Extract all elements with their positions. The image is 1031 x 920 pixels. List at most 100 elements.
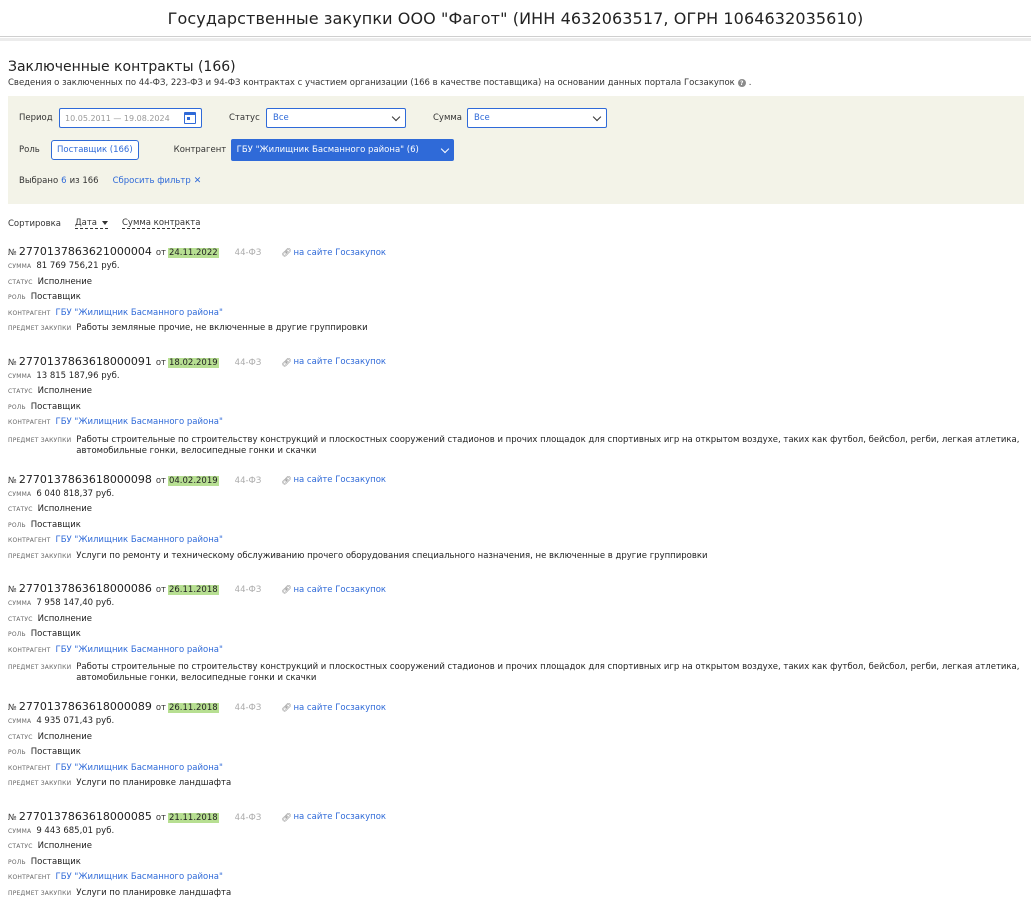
contragent-link[interactable]: ГБУ "Жилищник Басманного района" (56, 535, 223, 545)
goszakupki-link[interactable]: 🔗︎ на сайте Госзакупок (281, 248, 386, 258)
contract-number-sign: № (8, 703, 17, 713)
contract-date: 24.11.2022 (167, 248, 219, 258)
contract-item: № 2770137863618000085 от 21.11.2018 44-Ф… (8, 810, 1023, 904)
contract-law: 44-ФЗ (234, 248, 262, 258)
contract-subject-row: предмет закупки Работы строительные по с… (8, 660, 1023, 684)
status-field-label: статус (8, 843, 33, 850)
contract-contragent-row: контрагент ГБУ "Жилищник Басманного райо… (8, 417, 1023, 433)
status-select-value: Все (273, 113, 289, 123)
contracts-list: № 2770137863621000004 от 24.11.2022 44-Ф… (8, 245, 1023, 903)
contragent-select-value: ГБУ "Жилищник Басманного района" (6) (236, 145, 419, 155)
contract-status: Исполнение (37, 276, 92, 287)
contract-item: № 2770137863618000086 от 26.11.2018 44-Ф… (8, 582, 1023, 684)
contract-role: Поставщик (30, 856, 81, 867)
site-title: Государственные закупки ООО "Фагот" (ИНН… (167, 8, 864, 28)
contract-number[interactable]: 2770137863618000098 (19, 473, 152, 486)
contragent-field-label: контрагент (8, 874, 51, 881)
calendar-icon[interactable] (184, 112, 196, 124)
contract-item: № 2770137863618000091 от 18.02.2019 44-Ф… (8, 355, 1023, 457)
contract-date: 21.11.2018 (167, 812, 219, 823)
contract-role-row: роль Поставщик (8, 402, 1023, 418)
date-prefix: от (155, 475, 166, 486)
contract-law: 44-ФЗ (234, 703, 262, 713)
contract-status-row: статус Исполнение (8, 504, 1023, 520)
period-date-range-field[interactable]: 10.05.2011 — 19.08.2024 (59, 108, 202, 128)
chevron-down-icon (440, 144, 449, 153)
page-title: Заключенные контракты (166) (8, 59, 236, 75)
status-field-label: статус (8, 506, 33, 513)
link-icon: 🔗︎ (281, 475, 292, 485)
role-field-label: роль (8, 749, 26, 756)
help-icon[interactable]: ? (737, 79, 746, 87)
reset-filter-link[interactable]: Сбросить фильтр ✕ (113, 176, 202, 186)
sort-by-date[interactable]: Дата (74, 218, 108, 229)
contract-role: Поставщик (30, 629, 81, 639)
status-field-label: статус (8, 278, 33, 286)
filter-row-1: Период 10.05.2011 — 19.08.2024 Статус Вс… (19, 108, 607, 128)
goszakupki-link-label: на сайте Госзакупок (293, 247, 387, 258)
contract-sum-row: сумма 81 769 756,21 руб. (8, 261, 1023, 277)
contract-law: 44-ФЗ (234, 475, 262, 486)
contract-date: 04.02.2019 (167, 475, 219, 486)
subject-field-label: предмет закупки (8, 664, 72, 671)
contragent-link[interactable]: ГБУ "Жилищник Басманного района" (56, 417, 223, 427)
contract-number[interactable]: 2770137863618000089 (19, 700, 152, 713)
contract-header: № 2770137863618000098 от 04.02.2019 44-Ф… (8, 473, 1023, 489)
header-divider (0, 36, 1031, 41)
status-select[interactable]: Все (266, 108, 406, 128)
contract-subject-row: предмет закупки Услуги по ремонту и техн… (8, 551, 1023, 567)
contract-status: Исполнение (37, 504, 92, 514)
contragent-select[interactable]: ГБУ "Жилищник Басманного района" (6) (230, 139, 454, 161)
contragent-link[interactable]: ГБУ "Жилищник Басманного района" (56, 763, 223, 773)
subject-field-label: предмет закупки (8, 889, 72, 897)
period-value: 10.05.2011 — 19.08.2024 (65, 113, 170, 123)
page-subtitle: Сведения о заключенных по 44-ФЗ, 223-ФЗ … (8, 78, 752, 88)
contract-number[interactable]: 2770137863621000004 (19, 245, 152, 258)
contract-subject: Работы строительные по строительству кон… (76, 434, 1020, 456)
contract-role: Поставщик (30, 292, 81, 302)
link-icon: 🔗︎ (281, 357, 292, 367)
contragent-link[interactable]: ГБУ "Жилищник Басманного района" (56, 872, 223, 882)
contragent-link[interactable]: ГБУ "Жилищник Басманного района" (56, 645, 223, 655)
goszakupki-link[interactable]: 🔗︎ на сайте Госзакупок (281, 585, 386, 595)
sum-field-label: сумма (8, 600, 32, 607)
goszakupki-link[interactable]: 🔗︎ на сайте Госзакупок (281, 475, 386, 485)
role-chip[interactable]: Поставщик (166) (51, 140, 139, 160)
contract-number[interactable]: 2770137863618000085 (19, 810, 152, 823)
contract-sum: 9 443 685,01 руб. (36, 825, 115, 836)
contract-subject: Услуги по ремонту и техническому обслужи… (76, 550, 708, 561)
sort-by-sum[interactable]: Сумма контракта (121, 218, 201, 229)
contract-subject: Услуги по планировке ландшафта (76, 887, 232, 898)
goszakupki-link[interactable]: 🔗︎ на сайте Госзакупок (281, 812, 386, 822)
contract-number-sign: № (8, 585, 17, 595)
sum-field-label: сумма (8, 827, 32, 835)
status-field-label: статус (8, 388, 33, 395)
contract-subject: Услуги по планировке ландшафта (76, 778, 232, 788)
selected-count: 6 (61, 176, 67, 186)
contract-role: Поставщик (30, 519, 81, 530)
contract-law: 44-ФЗ (234, 812, 262, 823)
goszakupki-link[interactable]: 🔗︎ на сайте Госзакупок (281, 703, 386, 713)
role-field-label: роль (8, 858, 26, 866)
sum-select[interactable]: Все (467, 108, 607, 128)
contract-sum-row: сумма 6 040 818,37 руб. (8, 489, 1023, 505)
sort-desc-icon (101, 221, 108, 225)
contragent-field-label: контрагент (8, 309, 51, 317)
contract-status: Исполнение (37, 613, 92, 624)
contract-sum: 4 935 071,43 руб. (36, 716, 115, 726)
sum-field-label: сумма (8, 718, 32, 725)
contract-status: Исполнение (37, 386, 92, 396)
contract-number[interactable]: 2770137863618000091 (19, 355, 152, 368)
contract-contragent-row: контрагент ГБУ "Жилищник Басманного райо… (8, 308, 1023, 324)
goszakupki-link[interactable]: 🔗︎ на сайте Госзакупок (281, 357, 386, 367)
contract-role: Поставщик (30, 747, 81, 757)
contract-header: № 2770137863618000086 от 26.11.2018 44-Ф… (8, 582, 1023, 598)
contract-status-row: статус Исполнение (8, 841, 1023, 857)
contract-status-row: статус Исполнение (8, 614, 1023, 630)
status-field-label: статус (8, 733, 33, 741)
contract-number[interactable]: 2770137863618000086 (19, 582, 152, 595)
contract-sum: 6 040 818,37 руб. (36, 488, 115, 499)
contragent-link[interactable]: ГБУ "Жилищник Басманного района" (56, 308, 223, 318)
contract-subject-row: предмет закупки Услуги по планировке лан… (8, 888, 1023, 904)
contract-contragent-row: контрагент ГБУ "Жилищник Басманного райо… (8, 645, 1023, 661)
